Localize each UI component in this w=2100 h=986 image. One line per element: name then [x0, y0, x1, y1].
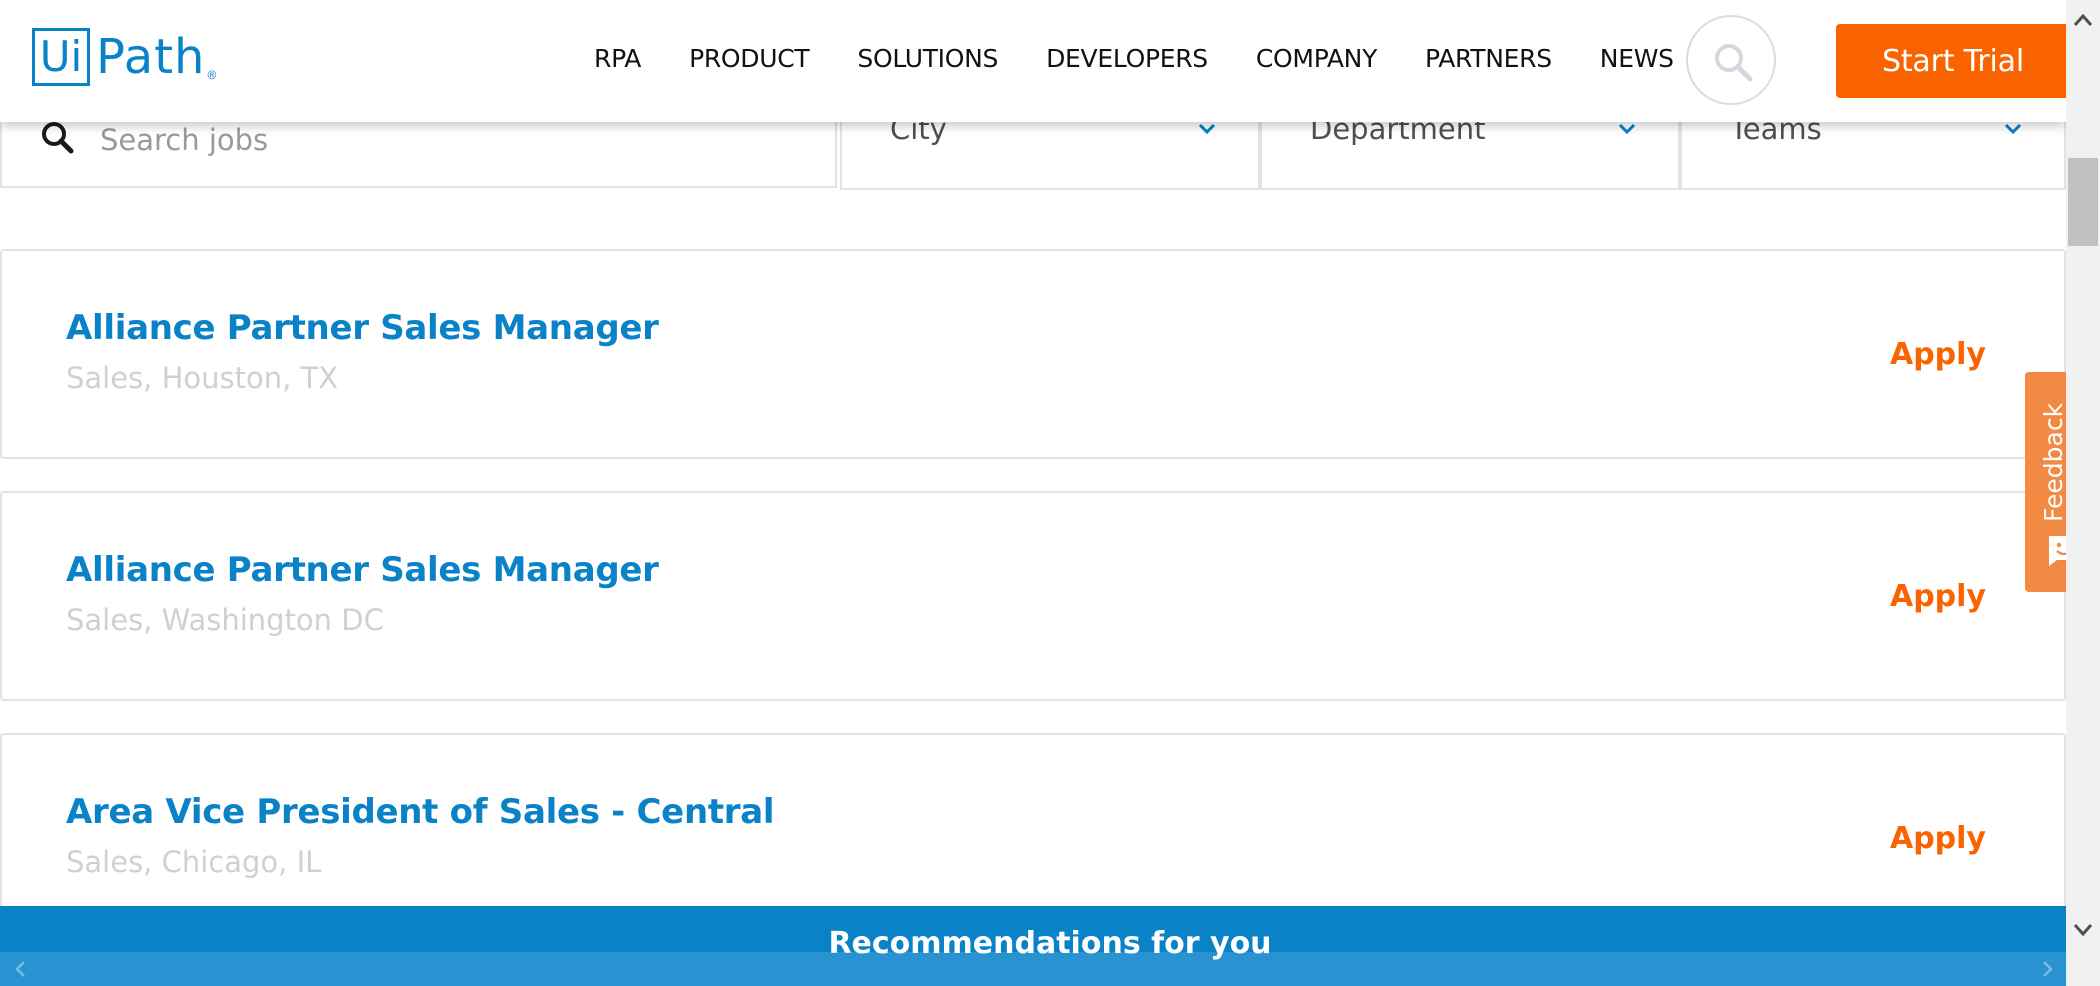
job-title-link[interactable]: Alliance Partner Sales Manager [66, 550, 659, 590]
uipath-logo[interactable]: Ui Path ® [32, 26, 216, 88]
site-header: Ui Path ® RPA PRODUCT SOLUTIONS DEVELOPE… [0, 0, 2070, 122]
job-card[interactable]: Alliance Partner Sales Manager Sales, Wa… [0, 491, 2066, 701]
apply-link[interactable]: Apply [1890, 821, 1986, 856]
vertical-scrollbar[interactable] [2066, 0, 2100, 986]
scrollbar-thumb[interactable] [2068, 158, 2098, 246]
feedback-label: Feedback [2039, 402, 2068, 522]
logo-registered-mark: ® [207, 68, 217, 82]
nav-rpa[interactable]: RPA [594, 44, 641, 73]
job-list: Alliance Partner Sales Manager Sales, Ho… [0, 249, 2066, 966]
logo-wordmark: Path [96, 29, 206, 85]
nav-solutions[interactable]: SOLUTIONS [857, 44, 998, 73]
job-meta: Sales, Houston, TX [66, 361, 339, 395]
start-trial-button[interactable]: Start Trial [1836, 24, 2070, 98]
header-search-button[interactable] [1686, 15, 1776, 105]
job-meta: Sales, Washington DC [66, 603, 384, 637]
job-title-link[interactable]: Area Vice President of Sales - Central [66, 792, 775, 832]
search-icon [42, 122, 74, 154]
job-meta: Sales, Chicago, IL [66, 845, 322, 879]
apply-link[interactable]: Apply [1890, 337, 1986, 372]
scroll-up-arrow-icon[interactable] [2066, 0, 2100, 40]
chevron-right-icon[interactable] [2036, 958, 2058, 980]
nav-partners[interactable]: PARTNERS [1425, 44, 1552, 73]
nav-company[interactable]: COMPANY [1256, 44, 1377, 73]
job-title-link[interactable]: Alliance Partner Sales Manager [66, 308, 659, 348]
chevron-left-icon[interactable] [10, 958, 32, 980]
logo-ui-mark: Ui [32, 28, 90, 86]
search-icon [1715, 44, 1753, 82]
nav-developers[interactable]: DEVELOPERS [1046, 44, 1208, 73]
job-card[interactable]: Alliance Partner Sales Manager Sales, Ho… [0, 249, 2066, 459]
apply-link[interactable]: Apply [1890, 579, 1986, 614]
nav-news[interactable]: NEWS [1600, 44, 1674, 73]
page-viewport: City Department Teams Alliance Partner S… [0, 0, 2066, 966]
main-nav: RPA PRODUCT SOLUTIONS DEVELOPERS COMPANY… [594, 44, 1674, 73]
nav-product[interactable]: PRODUCT [689, 44, 810, 73]
recommendations-bar[interactable]: Recommendations for you [0, 906, 2066, 986]
scroll-down-arrow-icon[interactable] [2066, 910, 2100, 950]
recommendations-title: Recommendations for you [828, 926, 1272, 961]
